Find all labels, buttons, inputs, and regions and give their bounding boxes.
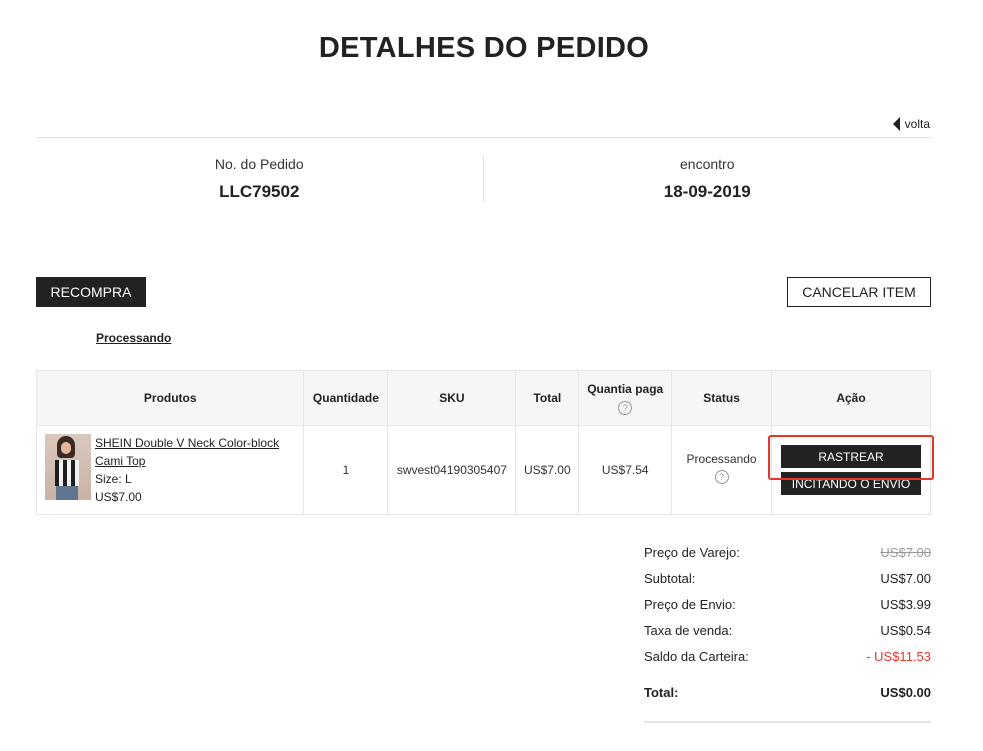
summary-row-shipping: Preço de Envio: US$3.99 [644,595,931,621]
status-link[interactable]: Processando [96,331,171,345]
track-button[interactable]: RASTREAR [781,445,921,468]
summary-row-wallet: Saldo da Carteira: - US$11.53 [644,647,931,673]
shipping-value: US$3.99 [880,597,931,612]
total-label: Total: [644,685,679,700]
question-circle-icon[interactable]: ? [714,470,729,484]
subtotal-value: US$7.00 [880,571,931,586]
product-thumbnail[interactable] [45,434,91,500]
tax-value: US$0.54 [880,623,931,638]
back-link[interactable]: volta [892,117,930,131]
cancel-item-button[interactable]: CANCELAR ITEM [787,277,931,307]
retail-label: Preço de Varejo: [644,545,740,560]
order-date-block: encontro 18-09-2019 [484,155,932,203]
paid-cell: US$7.54 [578,425,673,515]
tax-label: Taxa de venda: [644,623,733,638]
header-quantia-paga-label: Quantia paga [587,381,664,396]
shipping-label: Preço de Envio: [644,597,736,612]
product-price: US$7.00 [95,490,142,504]
recompra-button[interactable]: RECOMPRA [36,277,146,307]
page-title: DETALHES DO PEDIDO [318,32,650,64]
order-date-value: 18-09-2019 [663,182,751,201]
header-status: Status [671,370,773,426]
summary-row-total: Total: US$0.00 [644,683,931,703]
product-cell: SHEIN Double V Neck Color-block Cami Top… [35,425,305,515]
header-quantidade: Quantidade [303,370,389,426]
table-row: SHEIN Double V Neck Color-block Cami Top… [35,425,931,515]
status-cell: Processando ? [671,425,773,515]
order-summary: Preço de Varejo: US$7.00 Subtotal: US$7.… [644,543,931,723]
divider [36,137,931,138]
retail-value: US$7.00 [880,545,931,560]
sku-cell: swvest04190305407 [387,425,517,515]
order-date-label: encontro [680,156,735,172]
header-produtos: Produtos [35,370,305,426]
urge-shipping-button[interactable]: INCITANDO O ENVIO [781,472,921,495]
product-name-link[interactable]: SHEIN Double V Neck Color-block Cami Top [95,434,295,470]
subtotal-label: Subtotal: [644,571,696,586]
header-quantia-paga: Quantia paga ? [578,370,673,426]
summary-row-tax: Taxa de venda: US$0.54 [644,621,931,647]
action-cell: RASTREAR INCITANDO O ENVIO [771,425,931,515]
table-header-row: Produtos Quantidade SKU Total Quantia pa… [35,370,931,426]
product-size: Size: L [95,472,132,486]
total-cell: US$7.00 [515,425,580,515]
quantity-cell: 1 [303,425,389,515]
order-number-label: No. do Pedido [214,156,304,172]
total-value: US$0.00 [880,685,931,700]
order-items-table: Produtos Quantidade SKU Total Quantia pa… [35,370,931,515]
wallet-label: Saldo da Carteira: [644,649,749,664]
header-total: Total [515,370,580,426]
wallet-value: - US$11.53 [866,649,931,664]
summary-row-subtotal: Subtotal: US$7.00 [644,569,931,595]
caret-left-icon [892,117,900,131]
header-sku: SKU [387,370,517,426]
back-label: volta [904,117,930,131]
summary-row-retail: Preço de Varejo: US$7.00 [644,543,931,569]
order-number-value: LLC79502 [219,182,300,201]
question-circle-icon[interactable]: ? [618,400,633,415]
order-info: No. do Pedido LLC79502 encontro 18-09-20… [36,155,931,203]
status-text: Processando [686,452,757,466]
order-number-block: No. do Pedido LLC79502 [36,155,484,203]
header-acao: Ação [771,370,931,426]
summary-divider [644,721,931,723]
